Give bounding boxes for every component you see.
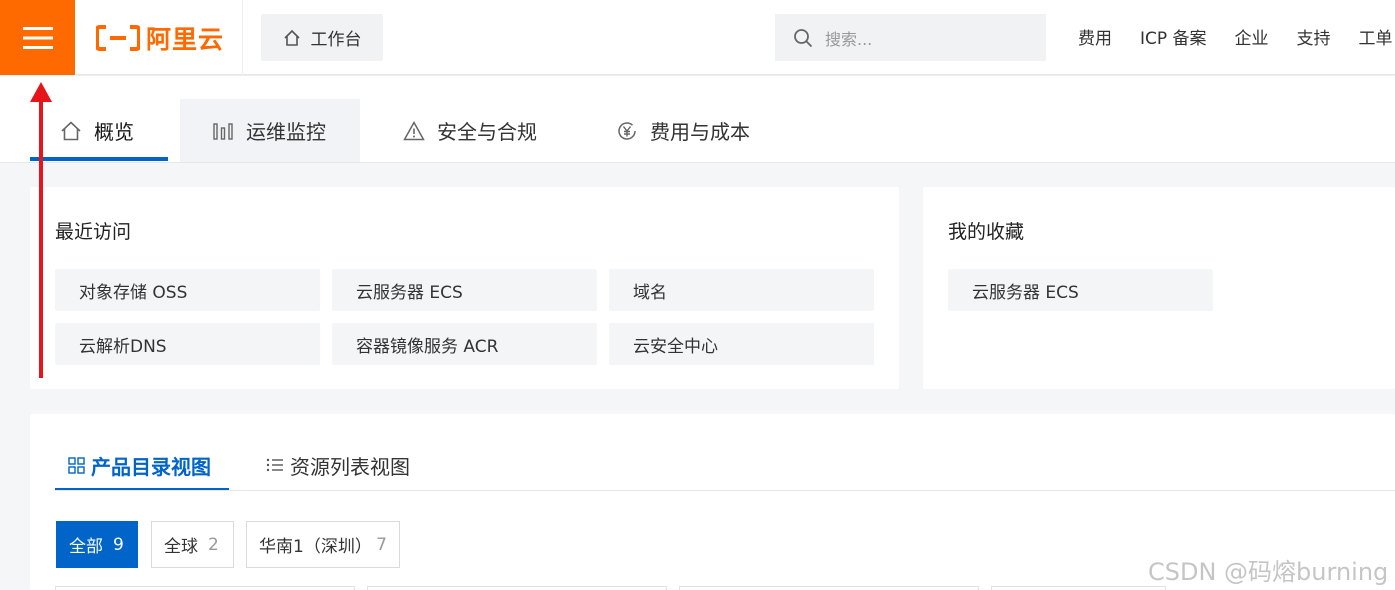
- resource-list-view-label: 资源列表视图: [290, 454, 410, 479]
- grid-icon: [68, 456, 85, 474]
- product-card[interactable]: [991, 586, 1166, 590]
- tab-overview[interactable]: 概览: [60, 99, 134, 162]
- annotation-arrow-icon: [30, 82, 52, 378]
- yen-icon: [618, 121, 636, 140]
- link-ticket[interactable]: 工单: [1359, 24, 1393, 49]
- filter-all-label: 全部: [69, 537, 103, 557]
- filter-global-label: 全球: [164, 537, 198, 557]
- search-icon: [794, 28, 813, 47]
- favorites-title: 我的收藏: [948, 221, 1025, 243]
- filter-all-count: 9: [113, 534, 124, 555]
- favorite-item[interactable]: 云服务器 ECS: [948, 269, 1213, 311]
- aliyun-logo[interactable]: 阿里云: [96, 22, 224, 54]
- tab-cost-label: 费用与成本: [650, 120, 750, 144]
- filter-cn-shenzhen-count: 7: [376, 534, 387, 555]
- tab-product-catalog-view[interactable]: 产品目录视图: [68, 445, 211, 485]
- tab-security-compliance[interactable]: 安全与合规: [403, 99, 537, 162]
- tab-resource-list-view[interactable]: 资源列表视图: [266, 445, 410, 485]
- workbench-button[interactable]: 工作台: [261, 14, 383, 61]
- filter-cn-shenzhen[interactable]: 华南1（深圳） 7: [246, 521, 400, 568]
- search-placeholder: 搜索...: [825, 29, 873, 49]
- filter-cn-shenzhen-label: 华南1（深圳）: [259, 537, 372, 557]
- filter-all[interactable]: 全部 9: [56, 521, 138, 568]
- menu-button[interactable]: [0, 0, 75, 75]
- top-navigation-bar: 阿里云 工作台 搜索... 费用 ICP 备案 企业 支持 工单: [0, 0, 1395, 75]
- filter-global[interactable]: 全球 2: [151, 521, 234, 568]
- recent-visits-title: 最近访问: [55, 221, 132, 243]
- product-card[interactable]: [679, 586, 979, 590]
- recent-item[interactable]: 云解析DNS: [55, 323, 320, 365]
- link-icp[interactable]: ICP 备案: [1140, 24, 1207, 49]
- recent-item[interactable]: 云服务器 ECS: [332, 269, 597, 311]
- recent-item[interactable]: 云安全中心: [609, 323, 874, 365]
- top-links: 费用 ICP 备案 企业 支持 工单: [1078, 24, 1393, 49]
- link-enterprise[interactable]: 企业: [1235, 24, 1269, 49]
- tab-overview-label: 概览: [94, 120, 134, 144]
- product-card[interactable]: [55, 586, 355, 590]
- aliyun-logo-mark-icon: [96, 25, 140, 51]
- product-card[interactable]: [367, 586, 667, 590]
- brand-name: 阿里云: [146, 25, 225, 54]
- workbench-label: 工作台: [310, 30, 362, 50]
- recent-item[interactable]: 对象存储 OSS: [55, 269, 320, 311]
- tab-cost[interactable]: 费用与成本: [616, 99, 750, 162]
- search-input[interactable]: 搜索...: [775, 14, 1046, 61]
- link-support[interactable]: 支持: [1297, 24, 1331, 49]
- tab-security-compliance-label: 安全与合规: [437, 120, 537, 144]
- bar-chart-icon: [213, 122, 233, 140]
- home-icon: [61, 120, 81, 140]
- tab-ops-monitoring-label: 运维监控: [246, 120, 326, 144]
- recent-item[interactable]: 域名: [609, 269, 874, 311]
- header-divider: [242, 0, 243, 75]
- recent-item[interactable]: 容器镜像服务 ACR: [332, 323, 597, 365]
- warning-icon: [403, 120, 425, 140]
- hamburger-menu-icon: [22, 26, 53, 49]
- product-catalog-view-label: 产品目录视图: [91, 454, 211, 479]
- list-icon: [266, 458, 283, 472]
- tab-ops-monitoring[interactable]: 运维监控: [212, 99, 326, 162]
- home-icon: [283, 29, 300, 46]
- watermark: CSDN @码熔burning: [1148, 558, 1389, 586]
- filter-global-count: 2: [208, 534, 219, 555]
- link-billing[interactable]: 费用: [1078, 24, 1112, 49]
- view-tabs-divider: [55, 490, 1395, 491]
